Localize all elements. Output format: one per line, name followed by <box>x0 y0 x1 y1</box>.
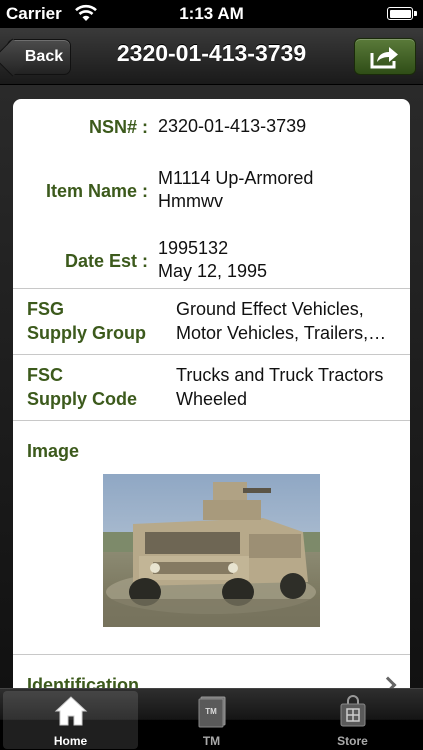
back-button-label: Back <box>24 48 64 65</box>
chevron-right-icon <box>379 676 397 688</box>
svg-text:TM: TM <box>205 707 217 716</box>
fsg-value-line-1: Ground Effect Vehicles, <box>176 299 364 319</box>
home-icon <box>54 696 87 726</box>
nsn-label: NSN# : <box>88 117 148 137</box>
item-name-value: M1114 Up-Armored Hmmwv <box>158 167 313 213</box>
date-line-2: May 12, 1995 <box>158 261 268 281</box>
divider <box>13 420 410 421</box>
tab-store[interactable]: Store <box>282 689 423 750</box>
fsc-value-line-1: Trucks and Truck Tractors <box>176 365 384 385</box>
fsc-value: Trucks and Truck Tractors Wheeled <box>176 363 401 411</box>
clock: 1:13 AM <box>179 4 244 23</box>
shopping-bag-icon <box>340 695 365 727</box>
vehicle-photo[interactable] <box>103 474 320 627</box>
item-name-line-2: Hmmwv <box>158 191 223 211</box>
fsg-label-line-1: FSG <box>27 299 65 319</box>
battery-icon <box>387 7 417 20</box>
fsc-label: FSC Supply Code <box>27 363 137 411</box>
tab-bar: Home TM TM Store <box>0 688 423 750</box>
share-button[interactable] <box>354 38 416 75</box>
back-button[interactable]: Back <box>7 39 71 75</box>
fsc-label-line-1: FSC <box>27 365 63 385</box>
fsg-value-line-2: Motor Vehicles, Trailers,… <box>176 323 387 343</box>
date-value: 1995132 May 12, 1995 <box>158 237 267 283</box>
divider <box>13 654 410 655</box>
date-label: Date Est : <box>64 251 148 271</box>
identification-row-label[interactable]: Identification <box>27 675 139 688</box>
content-area[interactable]: NSN# : 2320-01-413-3739 Item Name : M111… <box>0 85 423 688</box>
fsc-value-line-2: Wheeled <box>176 389 248 409</box>
navigation-bar: Back 2320-01-413-3739 <box>0 28 423 85</box>
image-section-label: Image <box>27 441 80 461</box>
fsg-label-line-2: Supply Group <box>27 323 146 343</box>
tab-tm[interactable]: TM TM <box>141 689 282 750</box>
item-name-line-1: M1114 Up-Armored <box>158 168 314 188</box>
date-line-1: 1995132 <box>158 238 229 258</box>
tab-home[interactable]: Home <box>0 689 141 750</box>
nsn-value: 2320-01-413-3739 <box>158 116 307 136</box>
share-icon <box>370 46 398 68</box>
divider <box>13 354 410 355</box>
tab-tm-label: TM <box>202 734 221 748</box>
page-title: 2320-01-413-3739 <box>116 40 307 66</box>
divider <box>13 288 410 289</box>
status-bar: Carrier 1:13 AM <box>0 0 423 28</box>
detail-card: NSN# : 2320-01-413-3739 Item Name : M111… <box>13 99 410 688</box>
fsg-value: Ground Effect Vehicles, Motor Vehicles, … <box>176 297 401 345</box>
tab-store-label: Store <box>337 734 368 748</box>
item-name-label: Item Name : <box>45 181 148 201</box>
fsc-label-line-2: Supply Code <box>27 389 138 409</box>
fsg-label: FSG Supply Group <box>27 297 146 345</box>
tab-home-label: Home <box>53 734 88 748</box>
book-icon: TM <box>198 696 225 728</box>
